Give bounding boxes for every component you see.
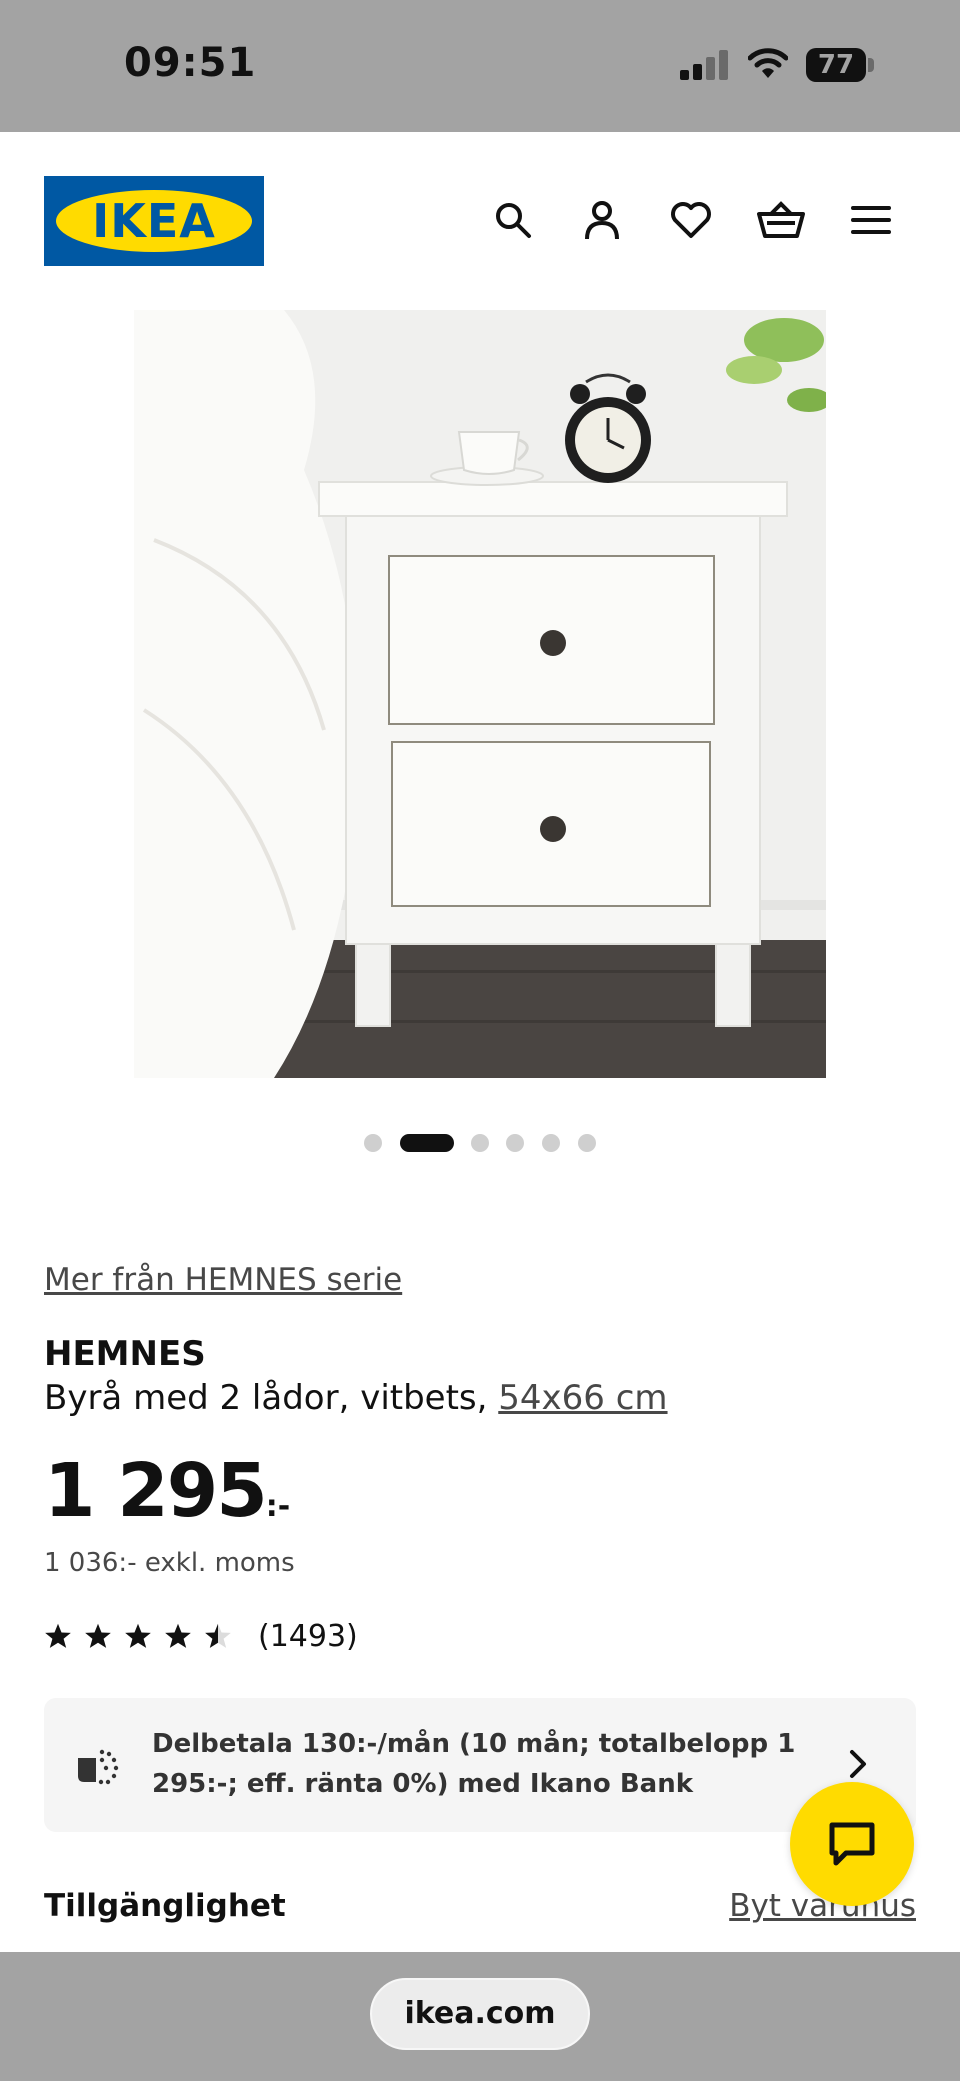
- status-time: 09:51: [124, 40, 257, 86]
- cellular-signal-icon: [680, 50, 732, 80]
- image-carousel-dots: [0, 1132, 960, 1152]
- price-excl-vat: 1 036:- exkl. moms: [44, 1548, 295, 1578]
- basket-icon[interactable]: [755, 194, 807, 246]
- star-icon: [125, 1623, 151, 1648]
- star-icon: [85, 1623, 111, 1648]
- carousel-dot[interactable]: [542, 1134, 560, 1152]
- series-link[interactable]: Mer från HEMNES serie: [44, 1262, 402, 1298]
- availability-title: Tillgänglighet: [44, 1888, 286, 1924]
- carousel-dot-active[interactable]: [400, 1134, 454, 1152]
- site-header: IKEA: [0, 132, 960, 300]
- wifi-icon: [747, 44, 789, 82]
- carousel-dot[interactable]: [471, 1134, 489, 1152]
- installment-icon: [78, 1749, 119, 1785]
- product-price: 1 295:-: [44, 1448, 290, 1534]
- url-bar[interactable]: ikea.com: [370, 1978, 590, 2050]
- review-count: (1493): [258, 1618, 358, 1654]
- chevron-right-icon: [850, 1750, 866, 1778]
- star-icon: [45, 1623, 71, 1648]
- product-description-text: Byrå med 2 lådor, vitbets,: [44, 1378, 499, 1418]
- price-suffix: :-: [265, 1489, 291, 1524]
- ikea-logo[interactable]: IKEA: [44, 176, 264, 266]
- product-description: Byrå med 2 lådor, vitbets, 54x66 cm: [44, 1378, 668, 1418]
- rating[interactable]: (1493): [44, 1616, 358, 1656]
- product-image[interactable]: [134, 310, 826, 1078]
- installment-offer[interactable]: Delbetala 130:-/mån (10 mån; totalbelopp…: [44, 1698, 916, 1832]
- battery-tip: [868, 58, 874, 72]
- chat-button[interactable]: [790, 1782, 914, 1906]
- size-link[interactable]: 54x66 cm: [498, 1378, 667, 1418]
- logo-text: IKEA: [92, 194, 216, 248]
- battery-level: 77: [817, 50, 855, 80]
- account-icon[interactable]: [576, 194, 628, 246]
- star-icon: [165, 1623, 191, 1648]
- product-name: HEMNES: [44, 1334, 206, 1374]
- price-value: 1 295: [44, 1448, 268, 1534]
- carousel-dot[interactable]: [506, 1134, 524, 1152]
- carousel-dot[interactable]: [364, 1134, 382, 1152]
- installment-text: Delbetala 130:-/mån (10 mån; totalbelopp…: [152, 1729, 796, 1799]
- chat-icon: [829, 1822, 875, 1866]
- status-bar: 09:51 77: [0, 0, 960, 132]
- carousel-dot[interactable]: [578, 1134, 596, 1152]
- battery-icon: 77: [806, 48, 866, 82]
- menu-icon[interactable]: [845, 194, 897, 246]
- logo-oval: IKEA: [56, 190, 252, 252]
- search-icon[interactable]: [487, 194, 539, 246]
- heart-icon[interactable]: [665, 194, 717, 246]
- browser-bottom-bar: ikea.com: [0, 1952, 960, 2081]
- half-star-icon: [205, 1623, 231, 1648]
